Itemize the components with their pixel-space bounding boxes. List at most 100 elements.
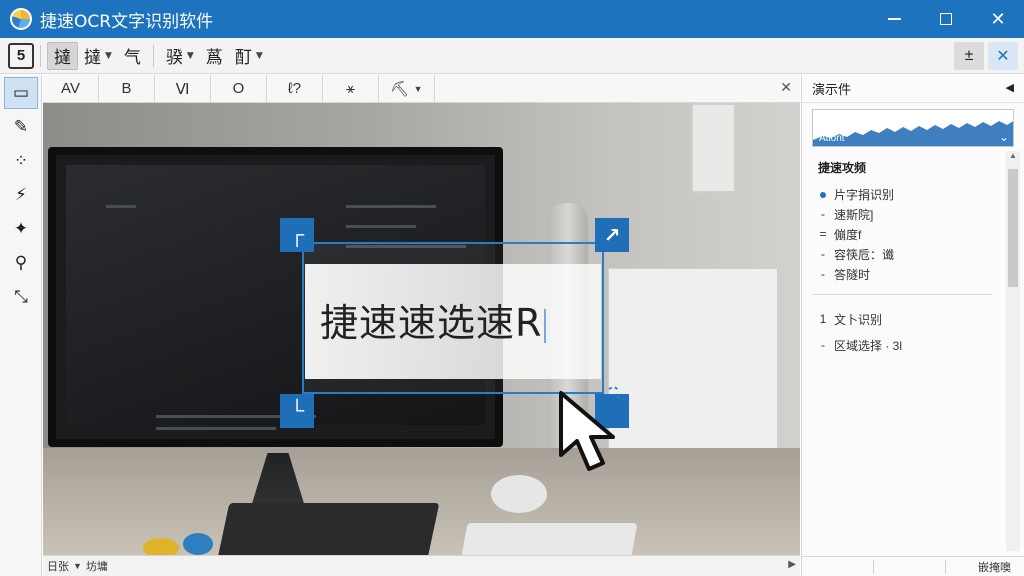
right-panel: 演示件 ◀ Ationt ⌄ 捷速攻频 片字捐识别 - 速斯院] = 傰度f - 容筷… (801, 75, 1024, 576)
chevron-down-icon: ▼ (105, 50, 112, 61)
image-canvas[interactable]: 捷速速选速R ┌ ↗ └ (43, 103, 800, 555)
thumbnail-preview[interactable]: Ationt ⌄ (812, 109, 1014, 147)
toolbar-item-3-label: 气 (123, 48, 141, 68)
scroll-up-icon[interactable]: ▲ (1006, 151, 1020, 165)
panel-scrollbar[interactable]: ▲ (1006, 151, 1020, 551)
minimize-button[interactable] (868, 0, 920, 38)
minimize-icon (887, 18, 901, 20)
lightning-icon[interactable]: ⚡ (4, 179, 38, 211)
toolbar-item-1-label: 撻 (54, 48, 71, 68)
format-bold-button[interactable]: B (99, 74, 155, 103)
toolbar-item-5-label: 蔿 (205, 48, 223, 68)
scroll-right-icon[interactable]: ▶ (788, 559, 796, 570)
resize-icon[interactable]: ⤡ (4, 281, 38, 313)
list-item[interactable]: - 答隧时 (818, 264, 988, 284)
page-label: 日张 (47, 561, 69, 573)
code-line (346, 205, 436, 208)
photo-object (183, 533, 213, 555)
bullet-icon: - (821, 207, 825, 221)
scrollbar-thumb[interactable] (1008, 169, 1018, 287)
text-caret (544, 308, 547, 343)
left-toolbar: ▭ ✎ ⁘ ⚡ ✦ ⚲ ⤡ (0, 75, 42, 576)
list-item[interactable]: 片字捐识别 (818, 184, 988, 204)
list-item-label: 容筷卮：谶 (834, 247, 895, 262)
format-av-button[interactable]: AV (43, 74, 99, 103)
photo-keyboard-white (458, 523, 638, 555)
toolbar-item-6[interactable]: 酊 ▼ (229, 42, 269, 70)
list-item[interactable]: 1 文卜识别 (818, 309, 988, 329)
panel-header: 演示件 ◀ (802, 75, 1024, 103)
list-item[interactable]: - 速斯院] (818, 204, 988, 224)
chevron-down-icon: ▼ (413, 83, 423, 94)
list-item-label: 区域选择 · 3l (834, 338, 903, 353)
format-tool-dropdown[interactable]: ⛏ ▼ (379, 74, 435, 103)
expand-icon[interactable]: ↗ (595, 218, 629, 252)
toolbar-item-4-label: 骙 (165, 48, 183, 68)
toolbar-logo-icon[interactable]: 5 (8, 42, 34, 69)
list-item-label: 傰度f (834, 227, 862, 242)
photo-mouse (491, 475, 547, 513)
window-title: 捷速OCR文字识别软件 (40, 11, 214, 32)
toolbar-item-5[interactable]: 蔿 (200, 42, 229, 70)
collapse-icon[interactable]: ◀ (1006, 81, 1014, 94)
bullet-icon: - (821, 338, 825, 352)
footer-field[interactable] (880, 559, 946, 574)
list-item-label: 速斯院] (834, 207, 874, 222)
footer-field[interactable] (808, 559, 874, 574)
panel-section-1: 捷速攻频 片字捐识别 - 速斯院] = 傰度f - 容筷卮：谶 - 答隧时 (802, 151, 1002, 284)
bullet-icon: 1 (819, 312, 827, 326)
title-bar: 捷速OCR文字识别软件 ✕ (0, 0, 1024, 38)
tool-icon: ⛏ (390, 80, 410, 98)
photo-window (691, 103, 736, 193)
panel-section-2: 1 文卜识别 - 区域选择 · 3l (802, 301, 1002, 355)
bullet-icon: = (819, 227, 827, 241)
resize-handle-bottom-left-icon[interactable]: └ (280, 394, 314, 428)
toolbar-item-4[interactable]: 骙 ▼ (160, 42, 200, 70)
list-item-label: 片字捐识别 (834, 187, 895, 202)
resize-handle-top-left-icon[interactable]: ┌ (280, 218, 314, 252)
format-vi-button[interactable]: Ⅵ (155, 74, 211, 103)
maximize-button[interactable] (920, 0, 972, 38)
format-o-button[interactable]: O (211, 74, 267, 103)
ocr-selection-box[interactable]: 捷速速选速R (302, 242, 604, 394)
toolbar-item-6-label: 酊 (234, 48, 252, 68)
list-item[interactable]: = 傰度f (818, 224, 988, 244)
edit-icon[interactable]: ✎ (4, 111, 38, 143)
photo-keyboard (216, 503, 440, 555)
grid-icon[interactable]: ⁘ (4, 145, 38, 177)
subbar-close-icon[interactable]: ✕ (780, 79, 792, 96)
panel-footer: 嵌掩噢 (802, 556, 1024, 576)
panel-list: 捷速攻频 片字捐识别 - 速斯院] = 傰度f - 容筷卮：谶 - 答隧时 1 文卜识别 … (802, 151, 1002, 551)
toolbar-right-group: ± ✕ (954, 42, 1018, 70)
photo-object (143, 538, 179, 555)
code-line (346, 225, 416, 228)
toolbar-separator (152, 44, 154, 67)
status-value: 坊墉 (85, 561, 108, 573)
chevron-down-icon[interactable]: ▼ (73, 561, 82, 571)
mouse-pointer-icon (559, 386, 626, 471)
format-pen-button[interactable]: ℓ? (267, 74, 323, 103)
chevron-down-icon: ▼ (255, 50, 263, 61)
select-region-icon[interactable]: ▭ (4, 77, 38, 109)
toolbar-item-3[interactable]: 气 (118, 42, 147, 70)
close-button[interactable]: ✕ (972, 0, 1024, 38)
pin-button[interactable]: ± (954, 42, 984, 70)
recognized-text-value: 捷速速选速R (320, 301, 543, 345)
tools-button[interactable]: ✕ (988, 42, 1018, 70)
toolbar-item-1[interactable]: 撻 (47, 41, 78, 70)
toolbar-item-2-label: 撻 (84, 48, 101, 68)
panel-title: 演示件 (812, 82, 852, 97)
chevron-down-icon[interactable]: ⌄ (999, 130, 1009, 144)
pin-icon[interactable]: ✦ (4, 213, 38, 245)
search-icon[interactable]: ⚲ (4, 247, 38, 279)
list-item[interactable]: - 区域选择 · 3l (818, 335, 988, 355)
list-item-label: 答隧时 (834, 267, 871, 282)
app-logo-icon (10, 8, 32, 30)
recognized-text[interactable]: 捷速速选速R (320, 292, 547, 347)
toolbar-item-2[interactable]: 撻 ▼ (78, 42, 118, 70)
format-magic-button[interactable]: ⚹ (323, 74, 379, 103)
format-toolbar: AV B Ⅵ O ℓ? ⚹ ⛏ ▼ ✕ (43, 74, 800, 103)
window-controls: ✕ (868, 0, 1024, 38)
list-item[interactable]: - 容筷卮：谶 (818, 244, 988, 264)
footer-label[interactable]: 嵌掩噢 (978, 559, 1011, 575)
